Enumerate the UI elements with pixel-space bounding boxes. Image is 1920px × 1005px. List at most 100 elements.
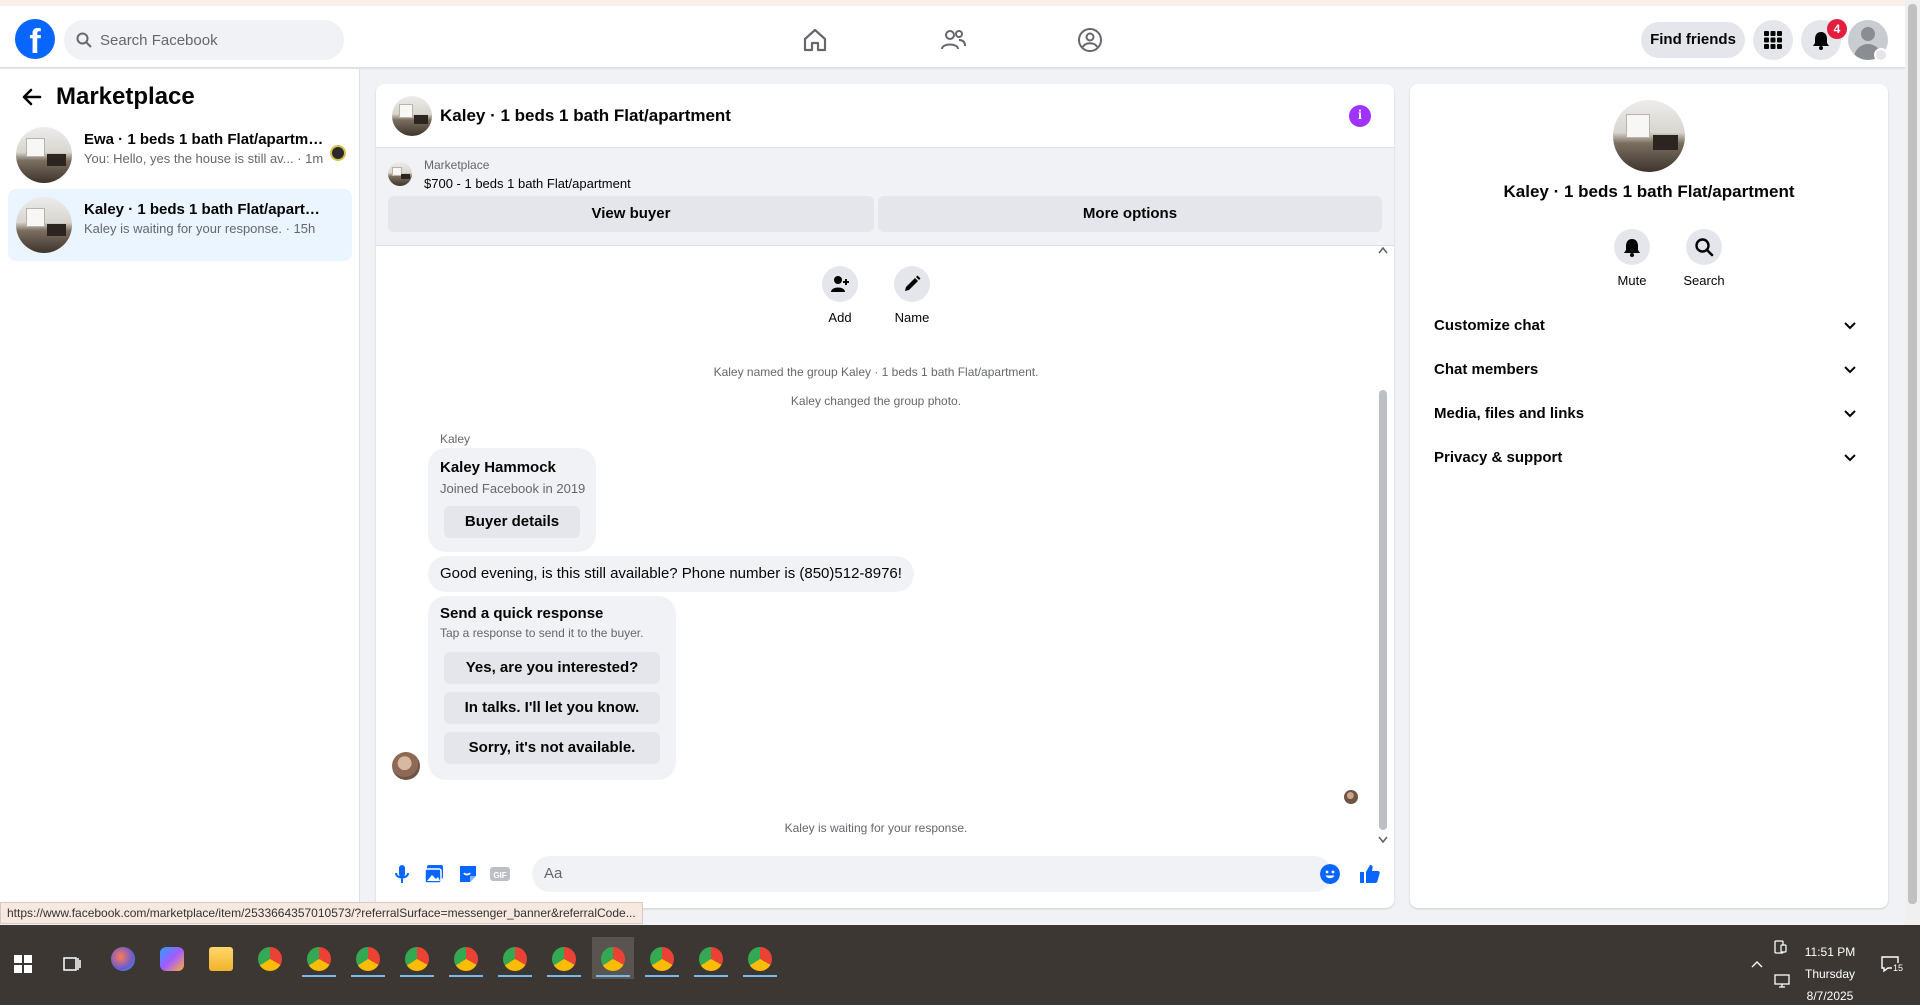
home-icon[interactable] [801, 26, 829, 54]
search-icon [76, 32, 92, 48]
panel-title: Marketplace [56, 83, 195, 110]
clock-date: 8/7/2025 [1806, 989, 1854, 1003]
info-icon[interactable]: i [1349, 105, 1371, 127]
quick-response-option[interactable]: Sorry, it's not available. [444, 732, 660, 764]
search-icon [1695, 238, 1714, 257]
chrome-profile-icon[interactable] [739, 937, 781, 979]
find-friends-button[interactable]: Find friends [1641, 22, 1745, 58]
notification-count: 15 [1892, 963, 1905, 973]
file-explorer-icon[interactable] [200, 937, 242, 979]
search-input[interactable]: Search Facebook [64, 20, 344, 60]
quick-response-title: Send a quick response [440, 605, 604, 622]
chrome-profile-icon-active[interactable] [592, 937, 634, 979]
add-person-icon [831, 276, 849, 292]
chrome-profile-icon[interactable] [690, 937, 732, 979]
conversation-preview: Kaley is waiting for your response. · 15… [84, 221, 316, 236]
scroll-down-icon[interactable] [1378, 836, 1388, 844]
quick-response-option[interactable]: Yes, are you interested? [444, 652, 660, 684]
chrome-profile-icon[interactable] [543, 937, 585, 979]
chat-avatar[interactable] [392, 96, 432, 136]
chat-scrollbar-thumb[interactable] [1379, 390, 1387, 830]
message-bubble: Good evening, is this still available? P… [428, 556, 914, 592]
message-input[interactable]: Aa [532, 856, 1340, 892]
microphone-icon[interactable] [390, 862, 414, 886]
notification-center-button[interactable]: 15 [1880, 955, 1906, 977]
quick-response-option[interactable]: In talks. I'll let you know. [444, 692, 660, 724]
conversation-item-ewa[interactable]: Ewa · 1 beds 1 bath Flat/apartme... You:… [8, 119, 352, 191]
chat-panel: Kaley · 1 beds 1 bath Flat/apartment i M… [376, 84, 1394, 908]
emoji-icon[interactable] [1320, 864, 1340, 884]
task-view-icon[interactable] [62, 954, 82, 974]
back-arrow-icon[interactable] [20, 85, 44, 109]
clock-day: Thursday [1804, 967, 1856, 981]
sender-avatar[interactable] [392, 752, 420, 780]
quick-response-subtitle: Tap a response to send it to the buyer. [440, 626, 644, 640]
sticker-icon[interactable] [456, 862, 480, 886]
photo-icon[interactable] [422, 862, 446, 886]
media-files-links-section[interactable]: Media, files and links [1418, 392, 1880, 436]
chevron-down-icon [1844, 410, 1856, 418]
chevron-up-icon[interactable] [1750, 959, 1764, 969]
chrome-profile-icon[interactable] [641, 937, 683, 979]
conversation-time: · 15h [285, 221, 316, 236]
conversation-time: · 1m [297, 151, 324, 166]
seen-indicator-avatar [330, 145, 346, 161]
listing-link[interactable]: $700 - 1 beds 1 bath Flat/apartment [424, 176, 631, 191]
view-buyer-button[interactable]: View buyer [388, 196, 874, 232]
customize-chat-section[interactable]: Customize chat [1418, 304, 1880, 348]
quick-response-card: Send a quick response Tap a response to … [428, 596, 676, 780]
page-scrollbar-thumb[interactable] [1908, 4, 1917, 904]
chevron-down-icon[interactable] [1874, 48, 1888, 62]
mute-button[interactable]: Mute [1602, 229, 1662, 288]
friends-icon[interactable] [939, 26, 967, 54]
chat-photo[interactable] [1613, 100, 1685, 172]
listing-thumbnail [388, 162, 412, 186]
chevron-down-icon [1844, 454, 1856, 462]
chrome-profile-icon[interactable] [494, 937, 536, 979]
search-label: Search [1683, 273, 1725, 288]
gif-icon[interactable]: GIF [488, 862, 512, 886]
bell-icon [1624, 239, 1640, 257]
section-label: Chat members [1434, 361, 1539, 378]
page-scrollbar[interactable] [1905, 0, 1920, 925]
waiting-status: Kaley is waiting for your response. [784, 821, 968, 835]
read-receipt-avatar [1344, 790, 1358, 804]
chat-members-section[interactable]: Chat members [1418, 348, 1880, 392]
system-clock[interactable]: 11:51 PM Thursday 8/7/2025 [1780, 941, 1880, 1005]
chat-details-panel: Kaley · 1 beds 1 bath Flat/apartment Mut… [1410, 84, 1888, 908]
grid-menu-icon [1764, 31, 1782, 49]
marketplace-listing-banner: Marketplace $700 - 1 beds 1 bath Flat/ap… [376, 148, 1394, 246]
add-people-button[interactable]: Add [810, 266, 870, 325]
scroll-up-icon[interactable] [1378, 246, 1388, 254]
windows-start-icon[interactable] [14, 955, 32, 973]
more-options-button[interactable]: More options [878, 196, 1382, 232]
clock-time: 11:51 PM [1804, 945, 1856, 959]
banner-label: Marketplace [424, 158, 490, 172]
listing-thumbnail [16, 127, 72, 183]
chrome-profile-icon[interactable] [347, 937, 389, 979]
copilot-app-icon[interactable] [151, 937, 193, 979]
chat-header: Kaley · 1 beds 1 bath Flat/apartment i [376, 84, 1394, 148]
buyer-details-button[interactable]: Buyer details [444, 506, 580, 538]
paint-app-icon[interactable] [102, 937, 144, 979]
section-label: Media, files and links [1434, 405, 1585, 422]
conversation-item-kaley[interactable]: Kaley · 1 beds 1 bath Flat/apartment Kal… [8, 189, 352, 261]
search-in-chat-button[interactable]: Search [1674, 229, 1734, 288]
chrome-profile-icon[interactable] [396, 937, 438, 979]
chrome-profile-icon[interactable] [445, 937, 487, 979]
chrome-icon[interactable] [249, 937, 291, 979]
status-bar-url: https://www.facebook.com/marketplace/ite… [0, 902, 643, 924]
mute-label: Mute [1617, 273, 1647, 288]
chat-title[interactable]: Kaley · 1 beds 1 bath Flat/apartment [440, 106, 731, 126]
facebook-logo-icon[interactable]: f [15, 19, 55, 61]
conversation-name: Ewa · 1 beds 1 bath Flat/apartme... [84, 131, 324, 148]
sender-name: Kaley [440, 432, 471, 446]
chevron-down-icon [1844, 366, 1856, 374]
like-thumb-icon[interactable] [1358, 862, 1382, 886]
menu-button[interactable] [1753, 20, 1793, 60]
privacy-support-section[interactable]: Privacy & support [1418, 436, 1880, 480]
notifications-badge: 4 [1827, 19, 1847, 39]
chrome-profile-icon[interactable] [298, 937, 340, 979]
groups-icon[interactable] [1076, 26, 1104, 54]
name-group-button[interactable]: Name [882, 266, 942, 325]
